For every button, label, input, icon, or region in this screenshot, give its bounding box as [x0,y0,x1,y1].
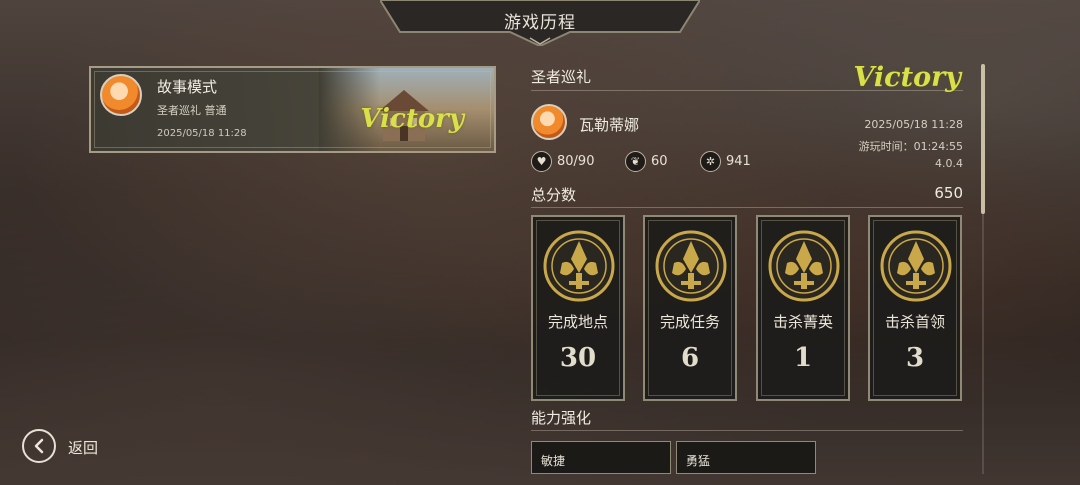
achievement-label: 完成地点 [547,313,608,331]
ability-section-title: 能力强化 [531,409,592,427]
detail-panel: 圣者巡礼 Victory 瓦勒蒂娜 2025/05/18 11:28 游玩时间：… [531,62,963,485]
fleur-emblem-icon [543,230,615,302]
achievement-label: 击杀首领 [884,313,945,331]
achievement-value: 3 [905,343,925,373]
victory-badge: Victory [853,62,961,93]
chevron-left-icon [34,438,44,454]
victory-badge: Victory [360,104,464,134]
divider [531,207,963,208]
heart-icon: ♥ [531,150,552,172]
leaf-icon: ❦ [625,150,646,172]
record-date: 2025/05/18 11:28 [157,128,247,139]
achievement-card-locations: 完成地点 30 [531,215,625,401]
score-value: 650 [934,184,963,202]
achievement-value: 30 [559,343,597,373]
stat-coin: ✲ 941 [700,150,751,172]
fleur-emblem-icon [880,230,952,302]
stat-leaf: ❦ 60 [625,150,668,172]
ability-item[interactable]: 勇猛 [676,441,816,474]
stat-health: ♥ 80/90 [531,150,594,172]
record-subtitle: 圣者巡礼 普通 [157,104,227,117]
page-title: 游戏历程 [504,13,576,33]
record-date: 2025/05/18 11:28 [864,118,963,131]
achievement-value: 1 [793,343,813,373]
game-version: 4.0.4 [935,157,963,170]
history-record-card[interactable]: 故事模式 圣者巡礼 普通 2025/05/18 11:28 Victory [89,66,496,153]
scrollbar-thumb[interactable] [981,64,985,214]
coin-icon: ✲ [700,150,721,172]
record-mode-label: 故事模式 [157,78,218,96]
achievement-card-bosses: 击杀首领 3 [868,215,962,401]
divider [531,430,963,431]
score-label: 总分数 [531,186,577,204]
stat-value: 60 [651,153,668,169]
hero-name: 瓦勒蒂娜 [579,116,640,134]
stat-value: 941 [726,153,751,169]
achievement-label: 完成任务 [659,313,720,331]
back-button[interactable] [22,429,56,463]
achievement-card-elites: 击杀菁英 1 [756,215,850,401]
hero-avatar [531,104,567,140]
back-label[interactable]: 返回 [68,437,98,458]
achievement-value: 6 [680,343,700,373]
achievement-card-quests: 完成任务 6 [643,215,737,401]
fleur-emblem-icon [655,230,727,302]
achievement-label: 击杀菁英 [772,313,833,331]
avatar [100,74,142,116]
stat-value: 80/90 [557,153,595,169]
section-title: 圣者巡礼 [531,68,592,86]
playtime: 游玩时间：01:24:55 [858,140,963,153]
title-banner: 游戏历程 [380,0,700,46]
fleur-emblem-icon [768,230,840,302]
ability-item[interactable]: 敏捷 [531,441,671,474]
